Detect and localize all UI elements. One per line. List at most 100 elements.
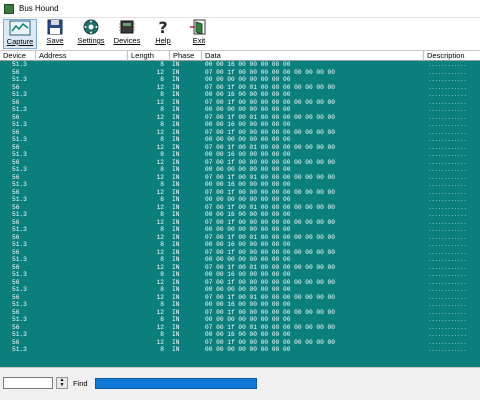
cell-data: 07 00 1f 00 01 00 00 00 00 00 00 00 [205,323,335,331]
table-row[interactable]: 56 12 IN 07 00 1f 00 00 00 00 00 00 00 00 0… [0,189,480,197]
table-row[interactable]: 51.3 8 IN 00 00 16 00 00 00 00 00..........… [0,271,480,279]
settings-button[interactable]: Settings [74,19,108,49]
cell-length: 8 [160,196,164,203]
table-row[interactable]: 51.3 8 IN 00 00 00 00 00 00 00 00..........… [0,346,480,354]
cell-phase: IN [172,188,180,196]
table-row[interactable]: 51.3 8 IN 00 00 00 00 00 00 00 00..........… [0,196,480,204]
cell-phase: IN [172,158,180,166]
cell-data: 07 00 1f 00 00 00 00 00 00 00 00 00 [205,158,335,166]
column-header-description[interactable]: Description [424,51,480,61]
cell-data: 07 00 1f 00 01 00 00 00 00 00 00 00 [205,293,335,301]
save-button[interactable]: Save [38,19,72,49]
table-row[interactable]: 51.3 8 IN 00 00 16 00 00 00 00 00..........… [0,301,480,309]
cell-device: 56 [12,263,20,271]
cell-device: 56 [12,98,20,106]
table-row[interactable]: 56 12 IN 07 00 1f 00 00 00 00 00 00 00 00 0… [0,99,480,107]
find-spinner[interactable]: ▲ ▼ [56,377,68,389]
cell-phase: IN [172,226,180,233]
cell-description: ............ [428,98,467,106]
table-row[interactable]: 51.3 8 IN 00 00 16 00 00 00 00 00..........… [0,121,480,129]
column-header-phase[interactable]: Phase [170,51,202,61]
table-row[interactable]: 56 12 IN 07 00 1f 00 01 00 00 00 00 00 00 0… [0,174,480,182]
cell-length: 12 [156,278,164,286]
cell-data: 07 00 1f 00 01 00 00 00 00 00 00 00 [205,203,335,211]
cell-phase: IN [172,128,180,136]
table-row[interactable]: 56 12 IN 07 00 1f 00 00 00 00 00 00 00 00 0… [0,159,480,167]
table-row[interactable]: 51.3 8 IN 00 00 00 00 00 00 00 00..........… [0,136,480,144]
cell-phase: IN [172,181,180,188]
table-row[interactable]: 51.3 8 IN 00 00 16 00 00 00 00 00..........… [0,241,480,249]
cell-length: 12 [156,308,164,316]
cell-length: 12 [156,323,164,331]
cell-phase: IN [172,98,180,106]
table-row[interactable]: 51.3 8 IN 00 00 00 00 00 00 00 00..........… [0,256,480,264]
cell-length: 8 [160,226,164,233]
column-header-length[interactable]: Length [128,51,170,61]
cell-data: 00 00 00 00 00 00 00 00 [205,226,291,233]
cell-length: 12 [156,218,164,226]
capture-button[interactable]: Capture [3,19,37,49]
cell-data: 07 00 1f 00 01 00 00 00 00 00 00 00 [205,173,335,181]
cell-description: ............ [428,68,467,76]
table-row[interactable]: 56 12 IN 07 00 1f 00 00 00 00 00 00 00 00 0… [0,69,480,77]
column-header-data[interactable]: Data [202,51,424,61]
cell-description: ............ [428,331,467,338]
devices-button[interactable]: Devices [110,19,144,49]
help-button[interactable]: ? Help [146,19,180,49]
cell-length: 8 [160,241,164,248]
cell-data: 00 00 16 00 00 00 00 00 [205,271,291,278]
table-row[interactable]: 56 12 IN 07 00 1f 00 00 00 00 00 00 00 00 0… [0,279,480,287]
cell-device: 51.3 [12,106,27,113]
table-row[interactable]: 51.3 8 IN 00 00 16 00 00 00 00 00..........… [0,151,480,159]
cell-description: ............ [428,316,467,323]
app-icon [4,4,14,14]
find-label: Find [73,379,88,388]
table-row[interactable]: 56 12 IN 07 00 1f 00 00 00 00 00 00 00 00 0… [0,309,480,317]
cell-device: 56 [12,248,20,256]
capture-grid[interactable]: Device Address Length Phase Data Descrip… [0,51,480,367]
exit-button[interactable]: Exit [182,19,216,49]
cell-device: 56 [12,218,20,226]
table-row[interactable]: 56 12 IN 07 00 1f 00 01 00 00 00 00 00 00 0… [0,294,480,302]
cell-data: 00 00 00 00 00 00 00 00 [205,166,291,173]
table-row[interactable]: 51.3 8 IN 00 00 00 00 00 00 00 00..........… [0,226,480,234]
table-row[interactable]: 51.3 8 IN 00 00 16 00 00 00 00 00..........… [0,331,480,339]
find-input[interactable] [3,377,53,389]
table-row[interactable]: 51.3 8 IN 00 00 16 00 00 00 00 00..........… [0,61,480,69]
cell-data: 07 00 1f 00 00 00 00 00 00 00 00 00 [205,308,335,316]
table-row[interactable]: 51.3 8 IN 00 00 00 00 00 00 00 00..........… [0,316,480,324]
cell-data: 07 00 1f 00 01 00 00 00 00 00 00 00 [205,113,335,121]
column-header-device[interactable]: Device [0,51,36,61]
cell-description: ............ [428,286,467,293]
table-row[interactable]: 56 12 IN 07 00 1f 00 01 00 00 00 00 00 00 0… [0,84,480,92]
table-row[interactable]: 51.3 8 IN 00 00 16 00 00 00 00 00..........… [0,211,480,219]
table-row[interactable]: 56 12 IN 07 00 1f 00 01 00 00 00 00 00 00 0… [0,204,480,212]
table-row[interactable]: 56 12 IN 07 00 1f 00 00 00 00 00 00 00 00 0… [0,339,480,347]
table-row[interactable]: 51.3 8 IN 00 00 00 00 00 00 00 00..........… [0,166,480,174]
cell-description: ............ [428,181,467,188]
cell-data: 00 00 16 00 00 00 00 00 [205,151,291,158]
cell-phase: IN [172,196,180,203]
table-row[interactable]: 56 12 IN 07 00 1f 00 01 00 00 00 00 00 00 0… [0,114,480,122]
table-row[interactable]: 56 12 IN 07 00 1f 00 00 00 00 00 00 00 00 0… [0,219,480,227]
chip-icon [119,20,135,34]
cell-phase: IN [172,286,180,293]
cell-phase: IN [172,68,180,76]
cell-description: ............ [428,233,467,241]
column-header-address[interactable]: Address [36,51,128,61]
svg-text:?: ? [158,19,167,35]
cell-data: 00 00 16 00 00 00 00 00 [205,181,291,188]
table-row[interactable]: 56 12 IN 07 00 1f 00 01 00 00 00 00 00 00 0… [0,144,480,152]
toolbar: Capture Save Settings Devices ? Help Exi… [0,18,480,51]
table-row[interactable]: 56 12 IN 07 00 1f 00 01 00 00 00 00 00 00 0… [0,264,480,272]
table-row[interactable]: 51.3 8 IN 00 00 16 00 00 00 00 00..........… [0,181,480,189]
table-row[interactable]: 56 12 IN 07 00 1f 00 01 00 00 00 00 00 00 0… [0,234,480,242]
table-row[interactable]: 56 12 IN 07 00 1f 00 00 00 00 00 00 00 00 0… [0,249,480,257]
table-row[interactable]: 51.3 8 IN 00 00 00 00 00 00 00 00..........… [0,76,480,84]
cell-device: 56 [12,233,20,241]
table-row[interactable]: 56 12 IN 07 00 1f 00 00 00 00 00 00 00 00 0… [0,129,480,137]
table-row[interactable]: 51.3 8 IN 00 00 00 00 00 00 00 00..........… [0,106,480,114]
table-row[interactable]: 56 12 IN 07 00 1f 00 01 00 00 00 00 00 00 0… [0,324,480,332]
table-row[interactable]: 51.3 8 IN 00 00 00 00 00 00 00 00..........… [0,286,480,294]
table-row[interactable]: 51.3 8 IN 00 00 16 00 00 00 00 00..........… [0,91,480,99]
